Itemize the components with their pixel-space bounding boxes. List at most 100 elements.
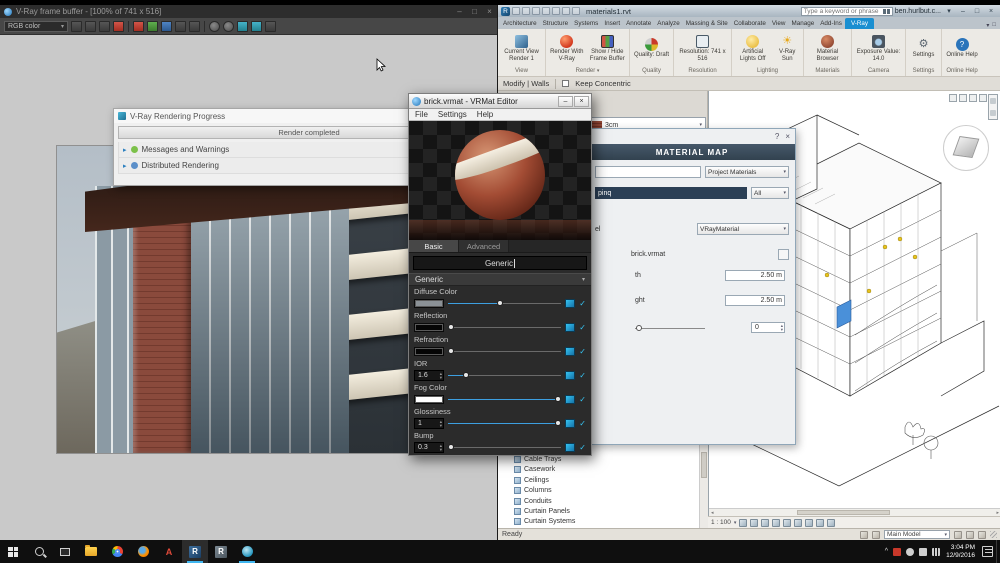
tab-basic[interactable]: Basic — [409, 240, 459, 252]
refraction-color-swatch[interactable] — [414, 347, 444, 356]
glossiness-spinner[interactable]: 1 ▴ ▾ — [414, 418, 444, 429]
monochrome-icon[interactable] — [189, 20, 200, 32]
help-icon[interactable]: ? — [775, 132, 779, 141]
spin-down-icon[interactable]: ▾ — [440, 423, 442, 428]
refraction-slider[interactable] — [448, 347, 562, 356]
resize-grip[interactable] — [990, 531, 997, 538]
minimize-icon[interactable]: – — [558, 95, 573, 107]
revit-app-icon[interactable]: R — [501, 6, 510, 16]
redo-icon[interactable] — [542, 7, 550, 15]
search-button[interactable] — [26, 540, 52, 563]
enable-check-icon[interactable]: ✓ — [579, 347, 586, 356]
alpha-channel-icon[interactable] — [175, 20, 186, 32]
enable-check-icon[interactable]: ✓ — [579, 323, 586, 332]
resolution-button[interactable]: Resolution: 741 x 516 — [676, 35, 729, 62]
settings-button[interactable]: ⚙ Settings — [908, 38, 939, 59]
reflection-slider[interactable] — [448, 323, 562, 332]
detail-level-icon[interactable] — [739, 518, 748, 527]
fog-color-swatch[interactable] — [414, 395, 444, 404]
follow-mouse-icon[interactable] — [209, 20, 220, 32]
artificial-lights-button[interactable]: Artificial Lights Off — [734, 35, 771, 62]
tab-insert[interactable]: Insert — [601, 18, 623, 29]
enable-check-icon[interactable]: ✓ — [579, 419, 586, 428]
material-name-field[interactable]: Generic — [413, 256, 587, 270]
scroll-left-icon[interactable]: ◂ — [711, 509, 714, 516]
volume-icon[interactable] — [919, 547, 928, 556]
view-scale[interactable]: 1 : 100 — [711, 519, 731, 526]
infocenter-search[interactable] — [800, 6, 893, 16]
tab-massing-site[interactable]: Massing & Site — [683, 18, 731, 29]
revit-taskbar-button[interactable]: R — [182, 540, 208, 563]
width-field[interactable]: 2.50 m — [725, 270, 785, 281]
bump-slider[interactable] — [448, 443, 562, 452]
show-desktop-button[interactable] — [996, 540, 1000, 563]
render-group-label[interactable]: Render ▾ — [546, 66, 629, 76]
bump-spinner[interactable]: 0.3 ▴ ▾ — [414, 442, 444, 453]
texture-map-icon[interactable] — [565, 323, 576, 332]
reveal-hidden-icon[interactable] — [827, 518, 836, 527]
scroll-right-icon[interactable]: ▸ — [996, 509, 999, 516]
enable-check-icon[interactable]: ✓ — [579, 443, 586, 452]
measure-icon[interactable] — [562, 7, 570, 15]
minimize-icon[interactable]: – — [452, 5, 467, 18]
quality-button[interactable]: Quality: Draft — [632, 38, 671, 59]
tree-item[interactable]: Curtain Systems — [498, 517, 708, 527]
material-browser-button[interactable]: Material Browser — [806, 35, 849, 62]
action-center-icon[interactable] — [982, 546, 993, 557]
onedrive-tray-icon[interactable] — [906, 547, 915, 556]
enable-check-icon[interactable]: ✓ — [579, 299, 586, 308]
tab-structure[interactable]: Structure — [540, 18, 572, 29]
exposure-value-button[interactable]: Exposure Value: 14.0 — [854, 35, 903, 62]
editable-only-icon[interactable] — [966, 530, 974, 539]
material-type-dropdown[interactable]: VRayMaterial ▾ — [697, 223, 789, 235]
region-render-icon[interactable] — [223, 20, 234, 32]
show-hide-frame-buffer-button[interactable]: Show / Hide Frame Buffer — [588, 35, 627, 62]
close-icon[interactable]: × — [574, 95, 589, 107]
firefox-button[interactable] — [130, 540, 156, 563]
tab-architecture[interactable]: Architecture — [500, 18, 540, 29]
load-image-icon[interactable] — [85, 20, 96, 32]
minimize-icon[interactable]: – — [957, 8, 969, 15]
network-icon[interactable] — [932, 547, 941, 556]
material-map-header[interactable]: MATERIAL MAP — [589, 144, 795, 160]
tab-manage[interactable]: Manage — [788, 18, 817, 29]
close-icon[interactable]: × — [482, 5, 497, 18]
tree-item[interactable]: Columns — [498, 486, 708, 496]
fog-slider[interactable] — [448, 395, 562, 404]
start-button[interactable] — [0, 540, 26, 563]
tag-icon[interactable] — [572, 7, 580, 15]
vrmat-titlebar[interactable]: brick.vrmat - VRMat Editor – × — [409, 94, 591, 109]
texture-map-icon[interactable] — [565, 443, 576, 452]
chevron-down-icon[interactable]: ▾ — [943, 7, 955, 15]
tab-addins[interactable]: Add-Ins — [817, 18, 845, 29]
visual-style-icon[interactable] — [750, 518, 759, 527]
vfb-titlebar[interactable]: V-Ray frame buffer - [100% of 741 x 516]… — [0, 5, 497, 18]
search-text-selected[interactable]: pinq — [595, 187, 747, 199]
save-image-icon[interactable] — [71, 20, 82, 32]
crop-view-icon[interactable] — [794, 518, 803, 527]
height-field[interactable]: 2.50 m — [725, 295, 785, 306]
chrome-button[interactable] — [104, 540, 130, 563]
view-cube[interactable] — [943, 125, 989, 171]
expand-arrow-icon[interactable]: ▸ — [123, 162, 127, 170]
close-icon[interactable]: × — [785, 132, 790, 141]
filter-icon[interactable] — [978, 530, 986, 539]
tab-analyze[interactable]: Analyze — [654, 18, 682, 29]
amount-spinner[interactable]: 0 ▴ ▾ — [751, 322, 785, 333]
sun-path-icon[interactable] — [761, 518, 770, 527]
vray-license-tray-icon[interactable] — [893, 547, 902, 556]
tree-item[interactable]: Curtain Panels — [498, 506, 708, 516]
enable-check-icon[interactable]: ✓ — [579, 371, 586, 380]
shadows-icon[interactable] — [772, 518, 781, 527]
material-preview[interactable] — [409, 121, 591, 240]
generic-section-header[interactable]: Generic ▾ — [409, 273, 591, 286]
zoom-icon[interactable] — [969, 94, 977, 102]
crop-region-icon[interactable] — [805, 518, 814, 527]
diffuse-slider[interactable] — [448, 299, 562, 308]
spin-down-icon[interactable]: ▾ — [781, 327, 783, 332]
vray-taskbar-button[interactable] — [234, 540, 260, 563]
browse-icon[interactable] — [778, 249, 789, 260]
tree-scrollbar[interactable] — [699, 444, 708, 528]
red-channel-icon[interactable] — [133, 20, 144, 32]
texture-map-icon[interactable] — [565, 347, 576, 356]
